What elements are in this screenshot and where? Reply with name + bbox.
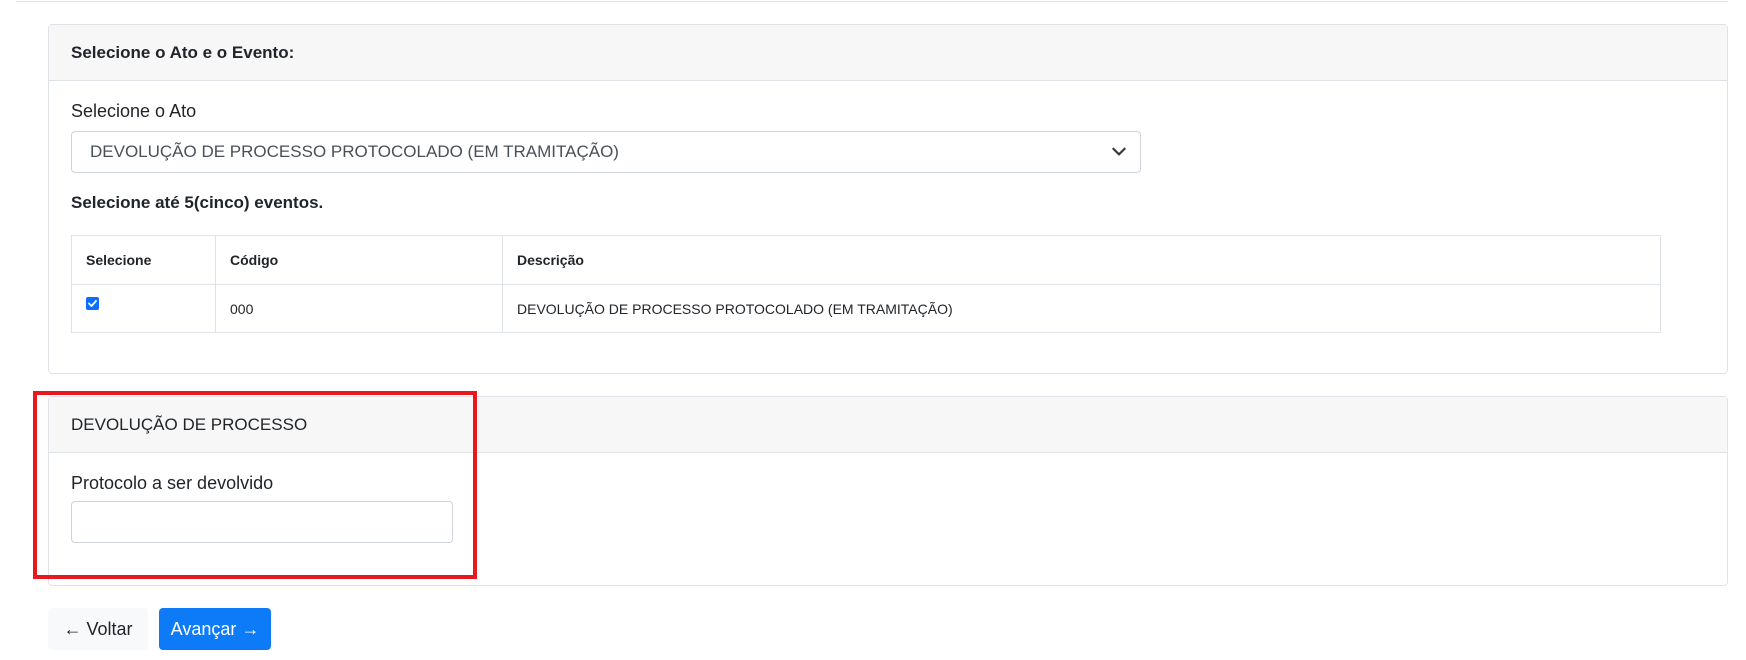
events-table: Selecione Código Descrição 000 DEVOLUÇÃO… <box>71 235 1661 333</box>
ato-evento-card-header: Selecione o Ato e o Evento: <box>49 25 1727 81</box>
column-header-descricao: Descrição <box>502 235 1661 285</box>
column-header-selecione: Selecione <box>71 235 216 285</box>
ato-select[interactable]: DEVOLUÇÃO DE PROCESSO PROTOCOLADO (EM TR… <box>71 131 1141 173</box>
chevron-down-icon <box>1112 147 1126 156</box>
events-instruction: Selecione até 5(cinco) eventos. <box>71 193 324 212</box>
devolucao-card: DEVOLUÇÃO DE PROCESSO Protocolo a ser de… <box>48 396 1728 586</box>
ato-select-value: DEVOLUÇÃO DE PROCESSO PROTOCOLADO (EM TR… <box>90 142 619 161</box>
check-icon <box>88 299 97 307</box>
back-button[interactable]: ← Voltar <box>48 608 148 650</box>
table-cell-descricao: DEVOLUÇÃO DE PROCESSO PROTOCOLADO (EM TR… <box>502 284 1661 333</box>
previous-card-edge <box>16 0 1728 2</box>
event-checkbox[interactable] <box>86 296 99 310</box>
ato-select-label: Selecione o Ato <box>71 101 197 121</box>
table-row: 000 DEVOLUÇÃO DE PROCESSO PROTOCOLADO (E… <box>71 284 1661 333</box>
column-header-codigo: Código <box>215 235 503 285</box>
table-header-row: Selecione Código Descrição <box>71 235 1661 285</box>
protocolo-input[interactable] <box>71 501 453 543</box>
devolucao-card-header: DEVOLUÇÃO DE PROCESSO <box>49 397 1727 453</box>
ato-evento-card: Selecione o Ato e o Evento: Selecione o … <box>48 24 1728 374</box>
table-cell-codigo: 000 <box>215 284 503 333</box>
table-cell-select <box>71 284 216 333</box>
next-button[interactable]: Avançar → <box>159 608 271 650</box>
protocolo-label: Protocolo a ser devolvido <box>71 473 274 493</box>
